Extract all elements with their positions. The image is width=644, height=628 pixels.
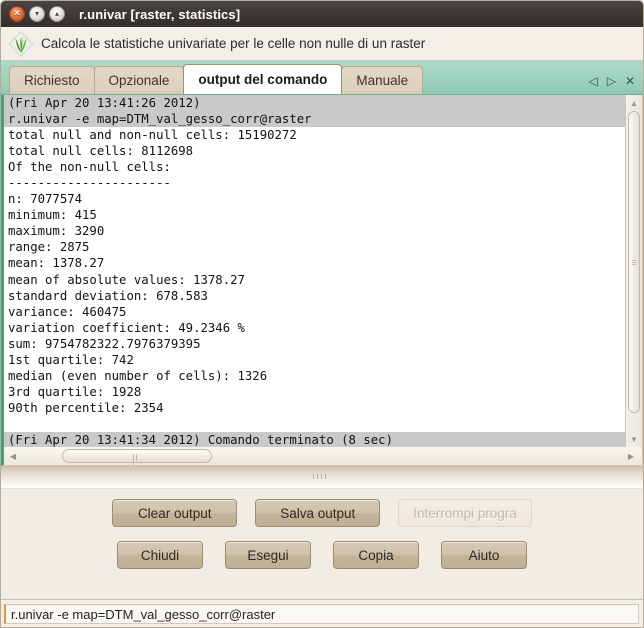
clear-output-button[interactable]: Clear output <box>112 499 238 527</box>
horizontal-scroll-thumb[interactable] <box>62 449 212 468</box>
scroll-down-icon[interactable]: ▼ <box>626 432 642 446</box>
tab-close-icon[interactable]: ✕ <box>625 75 635 87</box>
vertical-scroll-thumb[interactable] <box>628 111 640 413</box>
run-button[interactable]: Esegui <box>225 541 311 569</box>
tab-manuale[interactable]: Manuale <box>341 66 424 94</box>
output-line: mean: 1378.27 <box>8 256 105 271</box>
tab-navigation: ◁ ▷ ✕ <box>588 75 635 87</box>
help-button[interactable]: Aiuto <box>441 541 527 569</box>
button-panel: Clear output Salva output Interrompi pro… <box>1 489 643 588</box>
hscroll-thumb-grip <box>133 454 141 468</box>
save-output-button[interactable]: Salva output <box>255 499 381 527</box>
output-line: sum: 9754782322.7976379395 <box>8 336 201 351</box>
output-line: total null cells: 8112698 <box>8 144 194 159</box>
output-line: ---------------------- <box>8 176 171 191</box>
close-button[interactable]: Chiudi <box>117 541 203 569</box>
stop-program-button: Interrompi progra <box>398 499 532 527</box>
output-line: 3rd quartile: 1928 <box>8 384 142 399</box>
button-row-output: Clear output Salva output Interrompi pro… <box>1 499 643 527</box>
output-line: median (even number of cells): 1326 <box>8 368 268 383</box>
output-line: minimum: 415 <box>8 208 97 223</box>
output-line: (Fri Apr 20 13:41:26 2012) <box>4 95 625 112</box>
copy-button[interactable]: Copia <box>333 541 419 569</box>
close-icon[interactable]: × <box>9 6 25 22</box>
description-bar: Calcola le statistiche univariate per le… <box>1 27 643 61</box>
status-bar: r.univar -e map=DTM_val_gesso_corr@raste… <box>1 599 643 627</box>
scroll-thumb-grip <box>632 259 636 265</box>
title-bar: × ▾ ▴ r.univar [raster, statistics] <box>1 1 643 27</box>
minimize-icon[interactable]: ▾ <box>29 6 45 22</box>
horizontal-scrollbar[interactable]: ◀ ▶ <box>1 447 643 468</box>
module-description: Calcola le statistiche univariate per le… <box>41 36 426 51</box>
output-line: r.univar -e map=DTM_val_gesso_corr@raste… <box>4 111 625 128</box>
button-row-actions: Chiudi Esegui Copia Aiuto <box>1 541 643 569</box>
output-line: (Fri Apr 20 13:41:34 2012) Comando termi… <box>4 431 625 447</box>
status-command-field[interactable]: r.univar -e map=DTM_val_gesso_corr@raste… <box>4 603 639 624</box>
output-line: variance: 460475 <box>8 304 127 319</box>
scroll-right-icon[interactable]: ▶ <box>624 447 638 465</box>
application-window: × ▾ ▴ r.univar [raster, statistics] Calc… <box>0 0 644 628</box>
tab-output-del-comando[interactable]: output del comando <box>183 64 343 94</box>
scroll-up-icon[interactable]: ▲ <box>626 96 642 110</box>
splitter-grip <box>313 474 331 479</box>
output-line: maximum: 3290 <box>8 224 105 239</box>
tab-richiesto[interactable]: Richiesto <box>9 66 95 94</box>
window-controls: × ▾ ▴ <box>9 6 65 22</box>
tab-next-icon[interactable]: ▷ <box>607 75 616 87</box>
window-title: r.univar [raster, statistics] <box>79 6 241 22</box>
tab-opzionale[interactable]: Opzionale <box>93 66 185 94</box>
scroll-left-icon[interactable]: ◀ <box>6 447 20 465</box>
maximize-icon[interactable]: ▴ <box>49 6 65 22</box>
output-line: range: 2875 <box>8 240 90 255</box>
tab-prev-icon[interactable]: ◁ <box>588 75 597 87</box>
command-output-text[interactable]: (Fri Apr 20 13:41:26 2012) r.univar -e ma… <box>4 95 625 447</box>
output-line: mean of absolute values: 1378.27 <box>8 272 245 287</box>
panel-splitter[interactable] <box>1 466 643 489</box>
command-output-area: (Fri Apr 20 13:41:26 2012) r.univar -e ma… <box>1 95 643 447</box>
output-line: n: 7077574 <box>8 192 83 207</box>
output-line: standard deviation: 678.583 <box>8 288 208 303</box>
output-line: 1st quartile: 742 <box>8 352 134 367</box>
tab-bar: Richiesto Opzionale output del comando M… <box>1 61 643 95</box>
output-line: variation coefficient: 49.2346 % <box>8 320 245 335</box>
output-line: Of the non-null cells: <box>8 160 171 175</box>
vertical-scrollbar[interactable]: ▲ ▼ <box>625 95 642 447</box>
output-line: total null and non-null cells: 15190272 <box>8 128 297 143</box>
output-line: 90th percentile: 2354 <box>8 400 164 415</box>
grass-logo-icon <box>7 30 35 58</box>
